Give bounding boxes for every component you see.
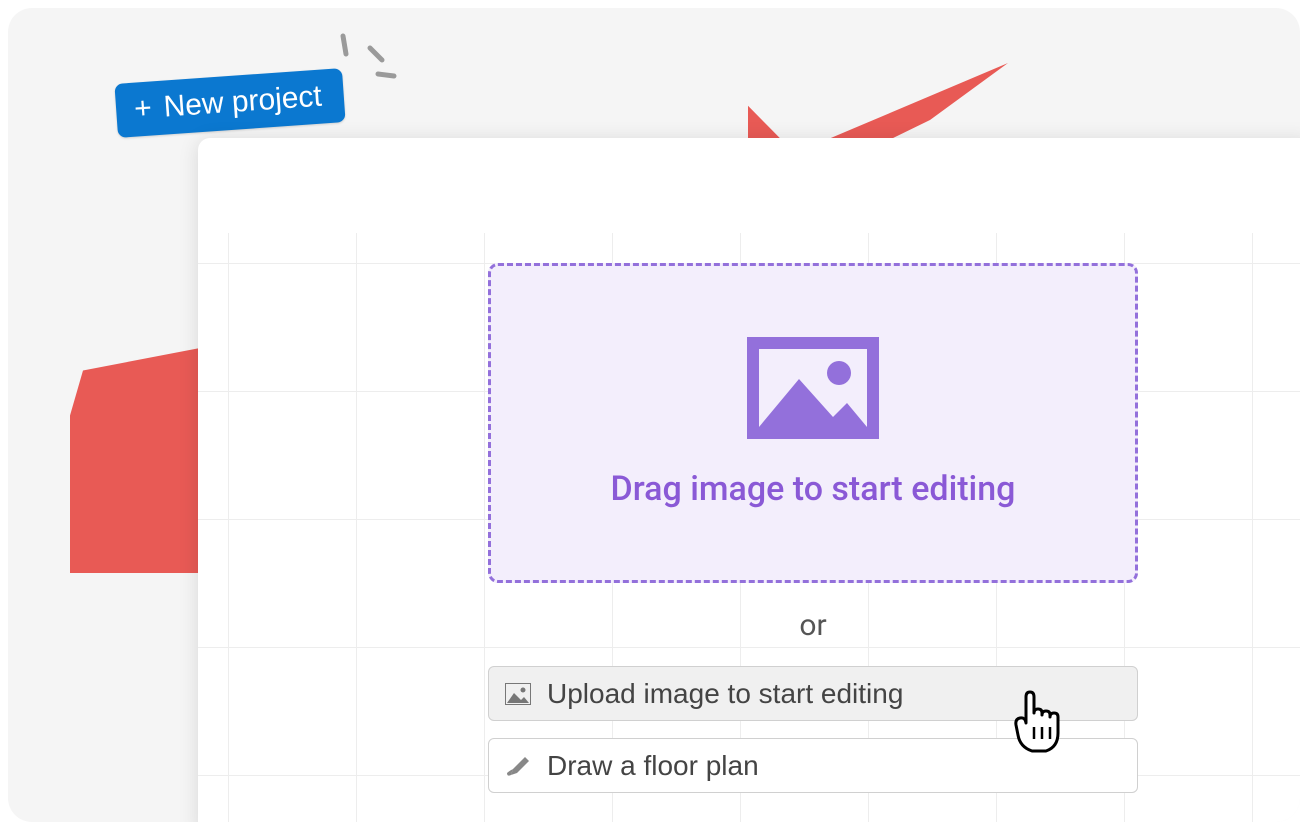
upload-image-label: Upload image to start editing [547,678,903,710]
upload-image-button[interactable]: Upload image to start editing [488,666,1138,721]
image-icon [505,683,531,705]
brush-icon [505,755,531,777]
draw-floor-plan-button[interactable]: Draw a floor plan [488,738,1138,793]
divider-text: or [488,608,1138,643]
draw-floor-plan-label: Draw a floor plan [547,750,759,782]
image-drop-zone[interactable]: Drag image to start editing [488,263,1138,583]
image-icon [747,337,879,439]
new-project-label: New project [163,80,323,125]
main-panel: Drag image to start editing or Upload im… [198,138,1300,822]
plus-icon: + [133,94,153,125]
new-project-button[interactable]: + New project [114,68,345,138]
drop-zone-text: Drag image to start editing [611,469,1016,509]
app-frame: + New project Drag image to start editin… [8,8,1300,822]
decorative-shape [70,348,200,573]
